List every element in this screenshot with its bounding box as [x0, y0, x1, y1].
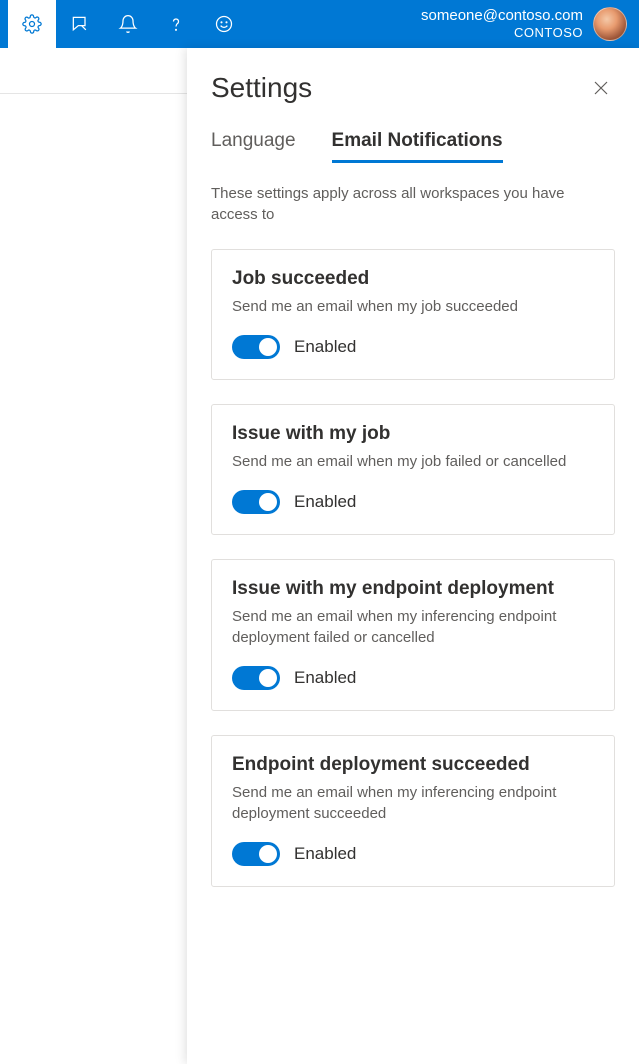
toggle-label: Enabled	[294, 844, 356, 864]
toggle-row: Enabled	[232, 490, 594, 514]
card-desc: Send me an email when my inferencing end…	[232, 782, 594, 824]
toggle-knob	[259, 338, 277, 356]
user-text: someone@contoso.com CONTOSO	[421, 7, 583, 41]
toggle-label: Enabled	[294, 668, 356, 688]
topbar-right: someone@contoso.com CONTOSO	[421, 7, 631, 41]
feedback-icon[interactable]	[56, 0, 104, 48]
card-title: Job succeeded	[232, 268, 594, 290]
bell-icon[interactable]	[104, 0, 152, 48]
settings-gear-icon[interactable]	[8, 0, 56, 48]
toggle-endpoint-succeeded[interactable]	[232, 842, 280, 866]
close-button[interactable]	[587, 74, 615, 102]
panel-header: Settings	[211, 72, 615, 104]
close-icon	[593, 80, 609, 96]
toggle-knob	[259, 493, 277, 511]
panel-title: Settings	[211, 72, 312, 104]
toggle-issue-endpoint[interactable]	[232, 666, 280, 690]
user-email: someone@contoso.com	[421, 7, 583, 25]
card-title: Issue with my job	[232, 423, 594, 445]
toggle-knob	[259, 669, 277, 687]
card-title: Issue with my endpoint deployment	[232, 578, 594, 600]
toggle-row: Enabled	[232, 666, 594, 690]
tabs: Language Email Notifications	[211, 130, 615, 163]
toggle-row: Enabled	[232, 842, 594, 866]
avatar[interactable]	[593, 7, 627, 41]
toggle-issue-job[interactable]	[232, 490, 280, 514]
card-desc: Send me an email when my job succeeded	[232, 296, 594, 317]
tab-language[interactable]: Language	[211, 130, 296, 163]
user-org: CONTOSO	[421, 25, 583, 41]
info-text: These settings apply across all workspac…	[211, 183, 615, 225]
settings-panel: Settings Language Email Notifications Th…	[187, 48, 639, 1064]
card-desc: Send me an email when my inferencing end…	[232, 606, 594, 648]
card-issue-endpoint: Issue with my endpoint deployment Send m…	[211, 559, 615, 711]
card-job-succeeded: Job succeeded Send me an email when my j…	[211, 249, 615, 380]
toggle-job-succeeded[interactable]	[232, 335, 280, 359]
tab-email-notifications[interactable]: Email Notifications	[332, 130, 503, 163]
toggle-row: Enabled	[232, 335, 594, 359]
topbar-left	[8, 0, 248, 48]
card-endpoint-succeeded: Endpoint deployment succeeded Send me an…	[211, 735, 615, 887]
topbar: someone@contoso.com CONTOSO	[0, 0, 639, 48]
smile-icon[interactable]	[200, 0, 248, 48]
toggle-knob	[259, 845, 277, 863]
toggle-label: Enabled	[294, 492, 356, 512]
card-title: Endpoint deployment succeeded	[232, 754, 594, 776]
card-issue-job: Issue with my job Send me an email when …	[211, 404, 615, 535]
card-desc: Send me an email when my job failed or c…	[232, 451, 594, 472]
help-icon[interactable]	[152, 0, 200, 48]
toggle-label: Enabled	[294, 337, 356, 357]
